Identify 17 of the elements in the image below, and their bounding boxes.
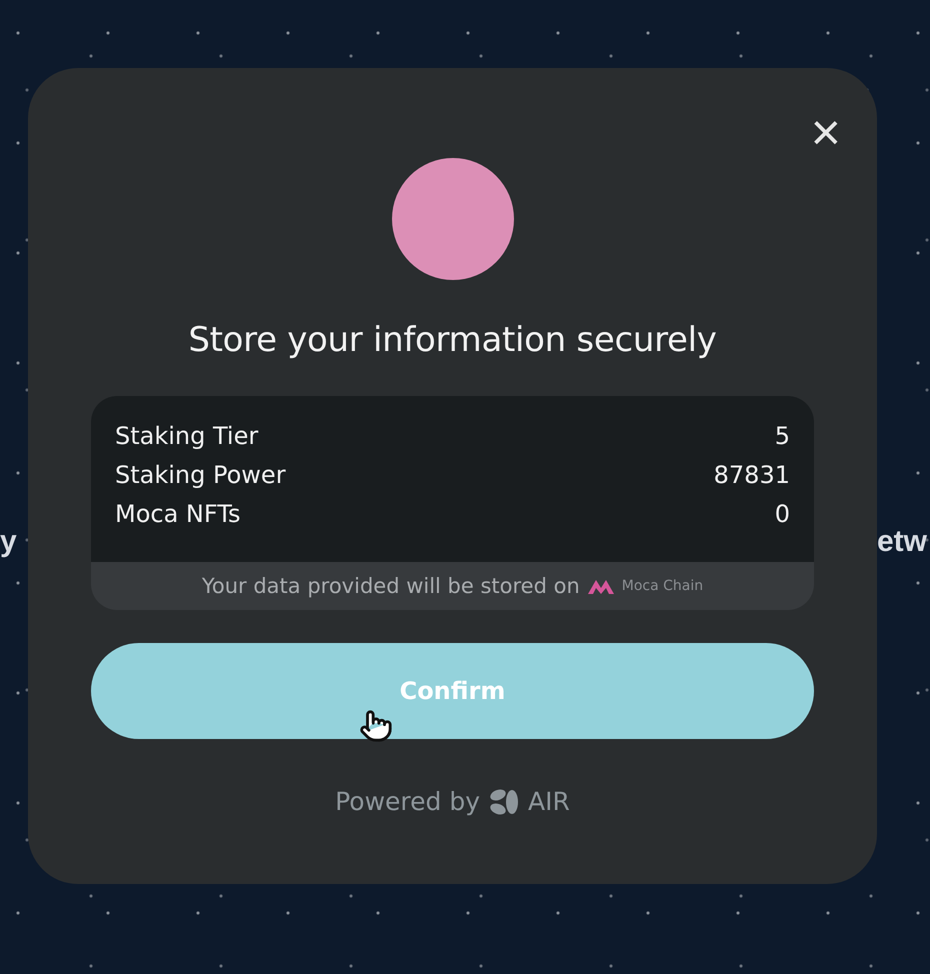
- hand-cursor-icon: [359, 709, 393, 743]
- row-value: 0: [774, 499, 790, 530]
- close-button[interactable]: ×: [806, 113, 845, 153]
- chain-name: Moca Chain: [622, 578, 704, 594]
- row-label: Moca NFTs: [115, 499, 240, 530]
- row-value: 87831: [714, 460, 790, 491]
- brand-logo-icon: [489, 788, 520, 816]
- chain-logo-icon: [588, 578, 614, 594]
- row-label: Staking Tier: [115, 421, 258, 452]
- powered-by-text: Powered by: [335, 787, 480, 816]
- row-label: Staking Power: [115, 460, 286, 491]
- brand-name: AIR: [528, 787, 570, 816]
- row-value: 5: [774, 421, 790, 452]
- background-text: etw: [877, 525, 928, 559]
- background-text: y: [0, 525, 17, 559]
- storage-note: Your data provided will be stored on: [202, 574, 580, 598]
- dialog-title: Store your information securely: [188, 320, 717, 360]
